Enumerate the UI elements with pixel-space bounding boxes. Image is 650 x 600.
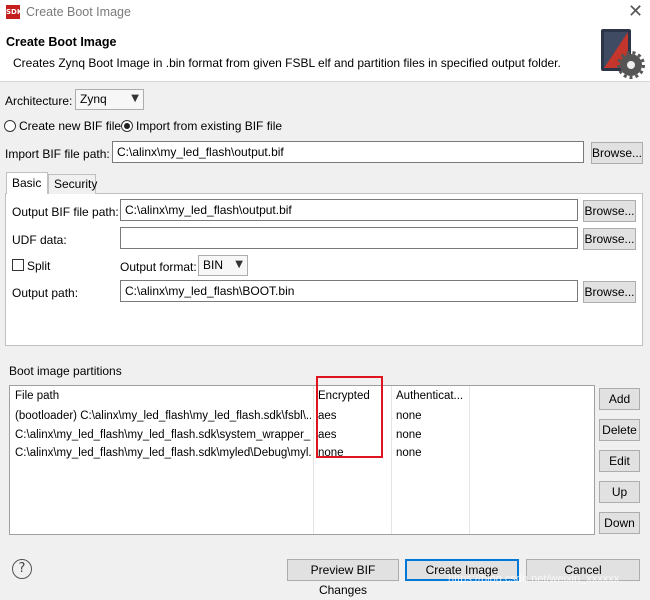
output-bif-path-label: Output BIF file path: bbox=[12, 205, 119, 219]
create-new-bif-radio[interactable] bbox=[4, 120, 16, 132]
boot-image-wizard-icon bbox=[601, 29, 645, 79]
column-divider bbox=[391, 386, 392, 534]
close-icon[interactable]: ✕ bbox=[628, 1, 643, 22]
column-divider bbox=[313, 386, 314, 534]
dialog-description: Creates Zynq Boot Image in .bin format f… bbox=[13, 56, 561, 70]
partition-row-auth[interactable]: none bbox=[396, 447, 466, 459]
down-partition-button[interactable]: Down bbox=[599, 512, 640, 534]
output-path-input[interactable]: C:\alinx\my_led_flash\BOOT.bin bbox=[120, 280, 578, 302]
output-format-value: BIN bbox=[203, 258, 224, 272]
tab-basic[interactable]: Basic bbox=[6, 172, 48, 194]
partition-row-path[interactable]: C:\alinx\my_led_flash\my_led_flash.sdk\s… bbox=[15, 429, 311, 441]
import-bif-path-label: Import BIF file path: bbox=[5, 147, 110, 161]
create-new-bif-label[interactable]: Create new BIF file bbox=[19, 119, 121, 133]
output-path-label: Output path: bbox=[12, 286, 79, 300]
delete-partition-button[interactable]: Delete bbox=[599, 419, 640, 441]
up-partition-button[interactable]: Up bbox=[599, 481, 640, 503]
output-path-browse-button[interactable]: Browse... bbox=[583, 281, 636, 303]
window-title: Create Boot Image bbox=[26, 5, 131, 19]
architecture-value: Zynq bbox=[80, 92, 107, 106]
partition-row-auth[interactable]: none bbox=[396, 410, 466, 422]
output-format-label: Output format: bbox=[120, 260, 197, 274]
partitions-section-label: Boot image partitions bbox=[9, 364, 122, 378]
partition-row-auth[interactable]: none bbox=[396, 429, 466, 441]
import-bif-path-input[interactable]: C:\alinx\my_led_flash\output.bif bbox=[112, 141, 584, 163]
output-bif-browse-button[interactable]: Browse... bbox=[583, 200, 636, 222]
udf-data-input[interactable] bbox=[120, 227, 578, 249]
architecture-label: Architecture: bbox=[5, 94, 73, 108]
column-header-file-path[interactable]: File path bbox=[15, 390, 310, 402]
watermark-text: https://blog.csdn.net/weixin_xxxxxx bbox=[448, 573, 620, 585]
output-bif-path-input[interactable]: C:\alinx\my_led_flash\output.bif bbox=[120, 199, 578, 221]
add-partition-button[interactable]: Add bbox=[599, 388, 640, 410]
architecture-select[interactable]: Zynq ▼ bbox=[75, 89, 144, 110]
encrypted-column-highlight bbox=[316, 376, 383, 458]
import-bif-browse-button[interactable]: Browse... bbox=[591, 142, 643, 164]
partition-row-path[interactable]: C:\alinx\my_led_flash\my_led_flash.sdk\m… bbox=[15, 447, 311, 459]
dialog-heading: Create Boot Image bbox=[6, 35, 117, 49]
preview-bif-changes-button[interactable]: Preview BIF Changes bbox=[287, 559, 399, 597]
output-format-select[interactable]: BIN ▼ bbox=[198, 255, 248, 276]
split-label[interactable]: Split bbox=[27, 259, 50, 273]
split-checkbox[interactable] bbox=[12, 259, 24, 271]
import-bif-radio[interactable] bbox=[121, 120, 133, 132]
edit-partition-button[interactable]: Edit bbox=[599, 450, 640, 472]
udf-data-browse-button[interactable]: Browse... bbox=[583, 228, 636, 250]
column-header-authentication[interactable]: Authenticat... bbox=[396, 390, 466, 402]
import-bif-label[interactable]: Import from existing BIF file bbox=[136, 119, 282, 133]
column-divider bbox=[469, 386, 470, 534]
help-icon[interactable]: ? bbox=[12, 559, 32, 579]
partitions-table[interactable] bbox=[9, 385, 595, 535]
partition-row-path[interactable]: (bootloader) C:\alinx\my_led_flash\my_le… bbox=[15, 410, 311, 422]
sdk-app-icon: SDK bbox=[6, 5, 22, 19]
dialog-header bbox=[0, 24, 650, 82]
udf-data-label: UDF data: bbox=[12, 233, 67, 247]
tab-security[interactable]: Security bbox=[48, 174, 97, 194]
chevron-down-icon: ▼ bbox=[131, 93, 139, 104]
chevron-down-icon: ▼ bbox=[235, 259, 243, 270]
